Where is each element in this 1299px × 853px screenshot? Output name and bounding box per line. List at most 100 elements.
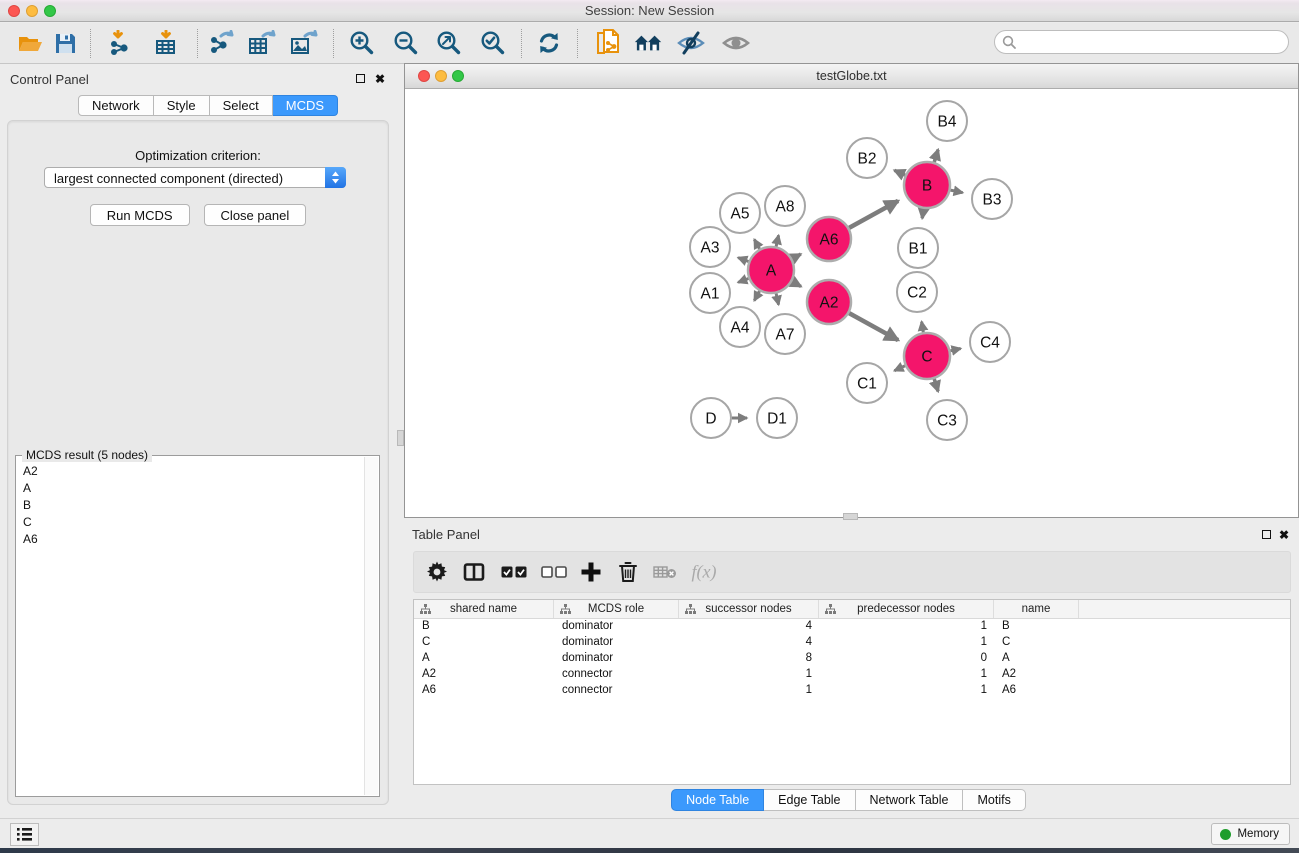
- graph-edge-C-C1[interactable]: [894, 366, 905, 371]
- refresh-icon[interactable]: [535, 29, 563, 57]
- graph-edge-A-A1[interactable]: [738, 279, 748, 283]
- graph-node-D[interactable]: D: [691, 398, 731, 438]
- export-network-icon[interactable]: [207, 29, 235, 57]
- close-panel-icon[interactable]: ✖: [375, 72, 385, 86]
- table-row[interactable]: A2connector11A2: [414, 667, 1290, 683]
- graph-edge-A2-C[interactable]: [849, 313, 898, 340]
- graph-node-C4[interactable]: C4: [970, 322, 1010, 362]
- mcds-result-item[interactable]: C: [17, 513, 364, 530]
- table-settings-icon[interactable]: [427, 562, 448, 583]
- table-row[interactable]: Cdominator41C: [414, 635, 1290, 651]
- graph-node-A5[interactable]: A5: [720, 193, 760, 233]
- tab-select[interactable]: Select: [210, 95, 273, 116]
- import-table-icon[interactable]: [152, 29, 180, 57]
- graph-edge-B-B3[interactable]: [951, 190, 963, 193]
- graph-edge-A-A6[interactable]: [792, 254, 801, 259]
- zoom-fit-icon[interactable]: [435, 29, 463, 57]
- graph-edge-A-A8[interactable]: [776, 235, 779, 246]
- run-mcds-button[interactable]: Run MCDS: [90, 204, 190, 226]
- graph-node-A8[interactable]: A8: [765, 186, 805, 226]
- column-header-shared-name[interactable]: shared name: [414, 600, 554, 618]
- export-table-icon[interactable]: [248, 29, 276, 57]
- search-input[interactable]: [1021, 33, 1280, 51]
- network-canvas[interactable]: B4B2BB3A5A8A6A3B1AC2A1A2A4A7C4CC1C3DD1: [405, 89, 1298, 517]
- select-all-icon[interactable]: [501, 566, 527, 578]
- graph-edge-C-C2[interactable]: [922, 322, 924, 333]
- zoom-in-icon[interactable]: [348, 29, 376, 57]
- column-header-mcds-role[interactable]: MCDS role: [554, 600, 679, 618]
- export-image-icon[interactable]: [290, 29, 318, 57]
- network-window-titlebar[interactable]: testGlobe.txt: [405, 64, 1298, 89]
- tab-network-table[interactable]: Network Table: [856, 789, 964, 811]
- open-file-icon[interactable]: [16, 29, 44, 57]
- graph-node-C1[interactable]: C1: [847, 363, 887, 403]
- clone-network-icon[interactable]: [594, 29, 622, 57]
- column-header-name[interactable]: name: [994, 600, 1079, 618]
- show-graphics-details-icon[interactable]: [722, 29, 750, 57]
- graph-node-B3[interactable]: B3: [972, 179, 1012, 219]
- zoom-selected-icon[interactable]: [479, 29, 507, 57]
- table-row[interactable]: Bdominator41B: [414, 619, 1290, 635]
- graph-edge-C-C3[interactable]: [934, 379, 938, 392]
- graph-node-B2[interactable]: B2: [847, 138, 887, 178]
- graph-edge-A-A5[interactable]: [754, 239, 759, 249]
- graph-edge-A-A2[interactable]: [792, 282, 801, 287]
- float-table-panel-icon[interactable]: [1262, 528, 1271, 542]
- graph-node-D1[interactable]: D1: [757, 398, 797, 438]
- horizontal-splitter-handle[interactable]: [843, 513, 858, 520]
- add-column-icon[interactable]: [582, 563, 601, 582]
- hide-graphics-details-icon[interactable]: [677, 29, 705, 57]
- graph-edge-A-A3[interactable]: [738, 258, 748, 262]
- graph-node-B4[interactable]: B4: [927, 101, 967, 141]
- column-header-predecessor-nodes[interactable]: predecessor nodes: [819, 600, 994, 618]
- table-row[interactable]: A6connector11A6: [414, 683, 1290, 699]
- graph-node-B[interactable]: B: [904, 162, 950, 208]
- graph-node-A2[interactable]: A2: [807, 280, 851, 324]
- function-builder-icon[interactable]: f(x): [692, 562, 717, 583]
- table-row[interactable]: Adominator80A: [414, 651, 1290, 667]
- destroy-table-icon[interactable]: [653, 565, 677, 579]
- tab-style[interactable]: Style: [154, 95, 210, 116]
- graph-edge-A6-B[interactable]: [849, 201, 898, 228]
- task-history-button[interactable]: [10, 823, 39, 846]
- mcds-result-item[interactable]: B: [17, 496, 364, 513]
- tab-mcds[interactable]: MCDS: [273, 95, 338, 116]
- close-table-panel-icon[interactable]: ✖: [1279, 528, 1289, 542]
- memory-button[interactable]: Memory: [1211, 823, 1290, 845]
- session-search-box[interactable]: [994, 30, 1289, 54]
- result-scrollbar[interactable]: [364, 457, 378, 795]
- tab-motifs[interactable]: Motifs: [963, 789, 1025, 811]
- graph-edge-A-A4[interactable]: [754, 291, 759, 301]
- mcds-result-item[interactable]: A2: [17, 462, 364, 479]
- home-icon[interactable]: [634, 29, 662, 57]
- save-session-icon[interactable]: [51, 29, 79, 57]
- graph-node-C3[interactable]: C3: [927, 400, 967, 440]
- graph-node-A7[interactable]: A7: [765, 314, 805, 354]
- graph-node-C[interactable]: C: [904, 333, 950, 379]
- close-panel-button[interactable]: Close panel: [204, 204, 307, 226]
- float-panel-icon[interactable]: [356, 72, 365, 86]
- graph-node-A6[interactable]: A6: [807, 217, 851, 261]
- delete-icon[interactable]: [619, 562, 637, 582]
- tab-network[interactable]: Network: [78, 95, 154, 116]
- graph-node-A[interactable]: A: [748, 247, 794, 293]
- split-panel-icon[interactable]: [464, 563, 485, 581]
- graph-node-B1[interactable]: B1: [898, 228, 938, 268]
- graph-edge-B-B1[interactable]: [922, 209, 923, 219]
- tab-edge-table[interactable]: Edge Table: [764, 789, 855, 811]
- column-header-successor-nodes[interactable]: successor nodes: [679, 600, 819, 618]
- import-network-icon[interactable]: [107, 29, 135, 57]
- deselect-all-icon[interactable]: [541, 566, 567, 578]
- vertical-splitter-handle[interactable]: [397, 430, 404, 446]
- graph-node-A3[interactable]: A3: [690, 227, 730, 267]
- tab-node-table[interactable]: Node Table: [671, 789, 764, 811]
- zoom-out-icon[interactable]: [392, 29, 420, 57]
- mcds-result-item[interactable]: A6: [17, 530, 364, 547]
- optimization-criterion-dropdown[interactable]: largest connected component (directed): [44, 167, 346, 188]
- graph-edge-B-B2[interactable]: [894, 170, 905, 175]
- mcds-result-item[interactable]: A: [17, 479, 364, 496]
- graph-edge-A-A7[interactable]: [776, 293, 779, 304]
- graph-node-A4[interactable]: A4: [720, 307, 760, 347]
- graph-node-C2[interactable]: C2: [897, 272, 937, 312]
- graph-edge-C-C4[interactable]: [950, 349, 960, 351]
